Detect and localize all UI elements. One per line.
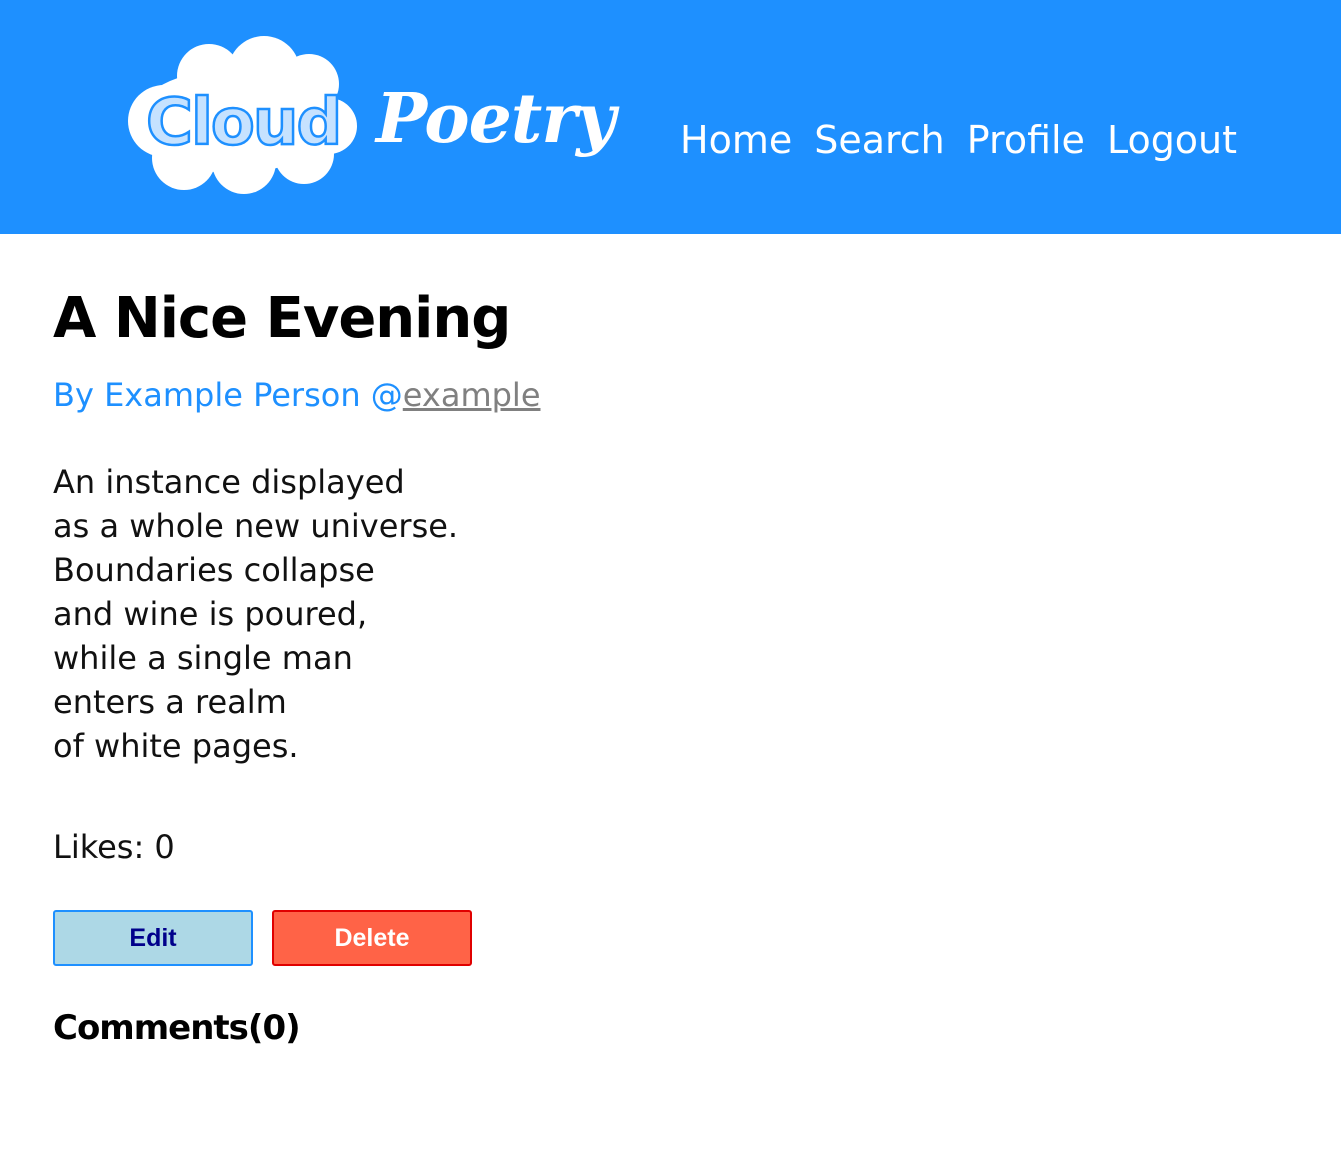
poem-line: as a whole new universe. [53, 507, 459, 545]
poem-title: A Nice Evening [53, 286, 511, 351]
nav-profile-link[interactable]: Profile [967, 118, 1085, 162]
delete-button[interactable]: Delete [272, 910, 472, 966]
poem-line: enters a realm [53, 683, 287, 721]
site-header: Cloud Poetry Home Search Profile Logout [0, 0, 1341, 234]
poem-body: An instance displayed as a whole new uni… [53, 460, 458, 768]
byline-author: By Example Person @ [53, 376, 403, 414]
comments-heading: Comments(0) [53, 1008, 301, 1048]
likes-count: Likes: 0 [53, 828, 175, 866]
poem-byline: By Example Person @example [53, 376, 541, 414]
poem-line: of white pages. [53, 727, 299, 765]
poem-line: An instance displayed [53, 463, 405, 501]
nav-logout-link[interactable]: Logout [1107, 118, 1237, 162]
poem-line: Boundaries collapse [53, 551, 375, 589]
edit-button[interactable]: Edit [53, 910, 253, 966]
svg-text:Cloud: Cloud [146, 86, 340, 160]
nav-search-link[interactable]: Search [814, 118, 945, 162]
poem-line: while a single man [53, 639, 353, 677]
nav-home-link[interactable]: Home [680, 118, 792, 162]
poem-line: and wine is poured, [53, 595, 368, 633]
main-nav: Home Search Profile Logout [680, 118, 1237, 162]
cloudpoetry-logo[interactable]: Cloud Poetry [124, 36, 634, 198]
author-handle-link[interactable]: example [403, 376, 541, 414]
svg-text:Poetry: Poetry [374, 79, 620, 159]
